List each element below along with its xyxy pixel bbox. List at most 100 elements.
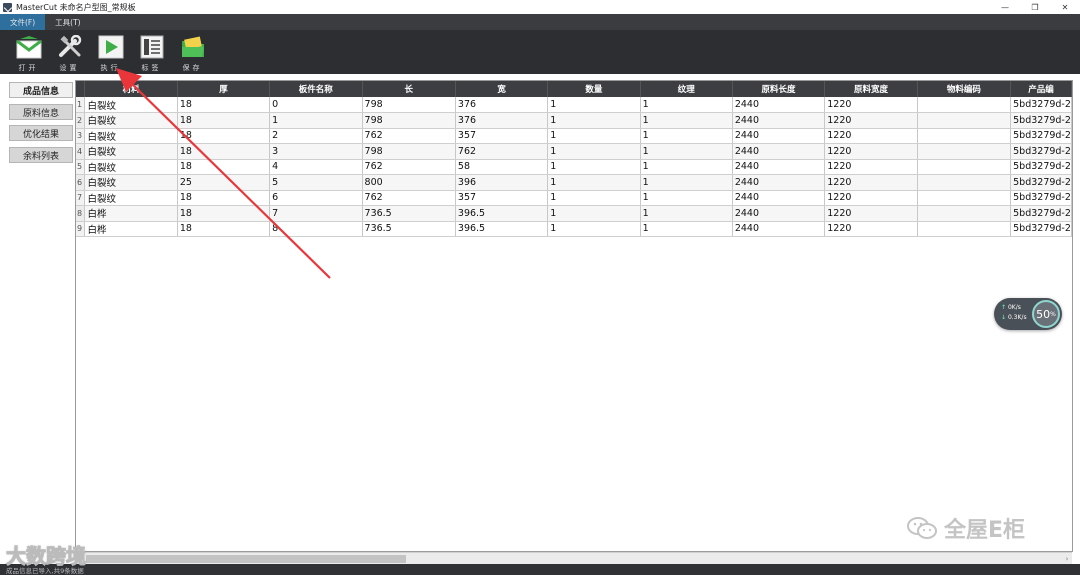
- table-cell[interactable]: 白桦: [84, 205, 178, 222]
- table-cell[interactable]: 762: [362, 190, 456, 206]
- table-row[interactable]: 1 白裂纹 18 0 798 376 1 1 2440 1220 5bd3279d-2: [76, 97, 1072, 113]
- table-cell[interactable]: [917, 128, 1012, 144]
- table-cell[interactable]: 1: [547, 159, 641, 175]
- row-number[interactable]: 2: [76, 112, 86, 129]
- table-cell[interactable]: 5bd3279d-2: [1010, 143, 1072, 160]
- table-cell[interactable]: [917, 174, 1012, 191]
- table-cell[interactable]: 白裂纹: [84, 174, 178, 191]
- column-header[interactable]: 物料编码: [917, 81, 1012, 97]
- label-button[interactable]: 标签: [131, 30, 172, 74]
- table-cell[interactable]: 1220: [824, 128, 918, 144]
- table-cell[interactable]: [917, 143, 1012, 160]
- table-cell[interactable]: 1: [640, 97, 733, 113]
- table-cell[interactable]: 2440: [732, 97, 826, 113]
- table-cell[interactable]: 5: [269, 174, 363, 191]
- table-cell[interactable]: 18: [177, 159, 271, 175]
- settings-button[interactable]: 设置: [49, 30, 90, 74]
- table-cell[interactable]: 5bd3279d-2: [1010, 221, 1072, 237]
- table-cell[interactable]: 1: [547, 174, 641, 191]
- horizontal-scrollbar[interactable]: ‹ ›: [76, 552, 1072, 564]
- column-header[interactable]: 厚: [177, 81, 271, 97]
- table-cell[interactable]: 0: [269, 97, 363, 113]
- table-cell[interactable]: 5bd3279d-2: [1010, 112, 1072, 129]
- table-cell[interactable]: 1: [547, 97, 641, 113]
- table-cell[interactable]: [917, 159, 1012, 175]
- column-header[interactable]: 宽: [455, 81, 549, 97]
- table-cell[interactable]: 2440: [732, 112, 826, 129]
- table-cell[interactable]: 1: [547, 205, 641, 222]
- table-cell[interactable]: 1220: [824, 174, 918, 191]
- table-cell[interactable]: 5bd3279d-2: [1010, 159, 1072, 175]
- table-cell[interactable]: 4: [269, 159, 363, 175]
- table-cell[interactable]: 白裂纹: [84, 97, 178, 113]
- table-cell[interactable]: 18: [177, 205, 271, 222]
- table-row[interactable]: 8 白桦 18 7 736.5 396.5 1 1 2440 1220 5bd3279d-2: [76, 205, 1072, 222]
- column-header[interactable]: 原料宽度: [824, 81, 918, 97]
- execute-button[interactable]: 执行: [90, 30, 131, 74]
- row-number[interactable]: 5: [76, 159, 86, 175]
- table-cell[interactable]: 5bd3279d-2: [1010, 128, 1072, 144]
- table-cell[interactable]: 白裂纹: [84, 159, 178, 175]
- table-cell[interactable]: 2440: [732, 205, 826, 222]
- table-cell[interactable]: 5bd3279d-2: [1010, 174, 1072, 191]
- sidebar-item-material-info[interactable]: 原料信息: [9, 104, 73, 120]
- network-speed-widget[interactable]: ↑ 0K/s ↓ 0.3K/s 50%: [994, 298, 1062, 330]
- row-number[interactable]: 3: [76, 128, 86, 144]
- table-cell[interactable]: 1220: [824, 205, 918, 222]
- table-cell[interactable]: 1: [269, 112, 363, 129]
- table-cell[interactable]: 798: [362, 97, 456, 113]
- table-row[interactable]: 4 白裂纹 18 3 798 762 1 1 2440 1220 5bd3279d-2: [76, 143, 1072, 160]
- table-cell[interactable]: 376: [455, 97, 549, 113]
- table-cell[interactable]: 357: [455, 190, 549, 206]
- sidebar-item-remnant-list[interactable]: 余料列表: [9, 147, 73, 163]
- column-header[interactable]: 产品编: [1010, 81, 1072, 97]
- close-button[interactable]: ✕: [1050, 0, 1080, 14]
- table-cell[interactable]: 18: [177, 221, 271, 237]
- table-cell[interactable]: 18: [177, 190, 271, 206]
- table-cell[interactable]: 762: [455, 143, 549, 160]
- row-number[interactable]: 6: [76, 174, 86, 191]
- table-cell[interactable]: 1220: [824, 97, 918, 113]
- table-cell[interactable]: [917, 112, 1012, 129]
- column-header[interactable]: 数量: [547, 81, 641, 97]
- table-cell[interactable]: 2440: [732, 143, 826, 160]
- table-cell[interactable]: 1220: [824, 112, 918, 129]
- open-button[interactable]: 打开: [8, 30, 49, 74]
- table-cell[interactable]: 1220: [824, 221, 918, 237]
- column-header[interactable]: 纹理: [640, 81, 733, 97]
- table-row[interactable]: 3 白裂纹 18 2 762 357 1 1 2440 1220 5bd3279d-2: [76, 128, 1072, 144]
- table-cell[interactable]: 8: [269, 221, 363, 237]
- table-cell[interactable]: 800: [362, 174, 456, 191]
- table-cell[interactable]: 762: [362, 159, 456, 175]
- table-cell[interactable]: 1: [640, 112, 733, 129]
- table-row[interactable]: 5 白裂纹 18 4 762 58 1 1 2440 1220 5bd3279d-2: [76, 159, 1072, 175]
- table-cell[interactable]: 376: [455, 112, 549, 129]
- table-row[interactable]: 7 白裂纹 18 6 762 357 1 1 2440 1220 5bd3279d-2: [76, 190, 1072, 206]
- table-cell[interactable]: 白裂纹: [84, 112, 178, 129]
- row-number[interactable]: 9: [76, 221, 86, 237]
- table-cell[interactable]: 1: [640, 159, 733, 175]
- table-cell[interactable]: 1: [640, 128, 733, 144]
- table-cell[interactable]: 白裂纹: [84, 143, 178, 160]
- table-cell[interactable]: 762: [362, 128, 456, 144]
- table-cell[interactable]: 58: [455, 159, 549, 175]
- table-cell[interactable]: 1220: [824, 159, 918, 175]
- table-cell[interactable]: 1: [547, 221, 641, 237]
- save-button[interactable]: 保存: [172, 30, 213, 74]
- column-header[interactable]: 板件名称: [269, 81, 363, 97]
- table-cell[interactable]: 798: [362, 143, 456, 160]
- row-number[interactable]: 4: [76, 143, 86, 160]
- table-cell[interactable]: [917, 221, 1012, 237]
- table-row[interactable]: 6 白裂纹 25 5 800 396 1 1 2440 1220 5bd3279d-2: [76, 174, 1072, 191]
- table-cell[interactable]: 5bd3279d-2: [1010, 97, 1072, 113]
- sidebar-item-optimize-result[interactable]: 优化结果: [9, 125, 73, 141]
- table-row[interactable]: 9 白桦 18 8 736.5 396.5 1 1 2440 1220 5bd3279d-2: [76, 221, 1072, 237]
- table-cell[interactable]: 2440: [732, 128, 826, 144]
- maximize-button[interactable]: ❐: [1020, 0, 1050, 14]
- table-cell[interactable]: 1: [547, 112, 641, 129]
- menu-tools[interactable]: 工具(T): [45, 14, 90, 30]
- table-cell[interactable]: 2440: [732, 159, 826, 175]
- table-cell[interactable]: 1: [640, 174, 733, 191]
- row-number[interactable]: 8: [76, 205, 86, 222]
- column-header[interactable]: 原料长度: [732, 81, 826, 97]
